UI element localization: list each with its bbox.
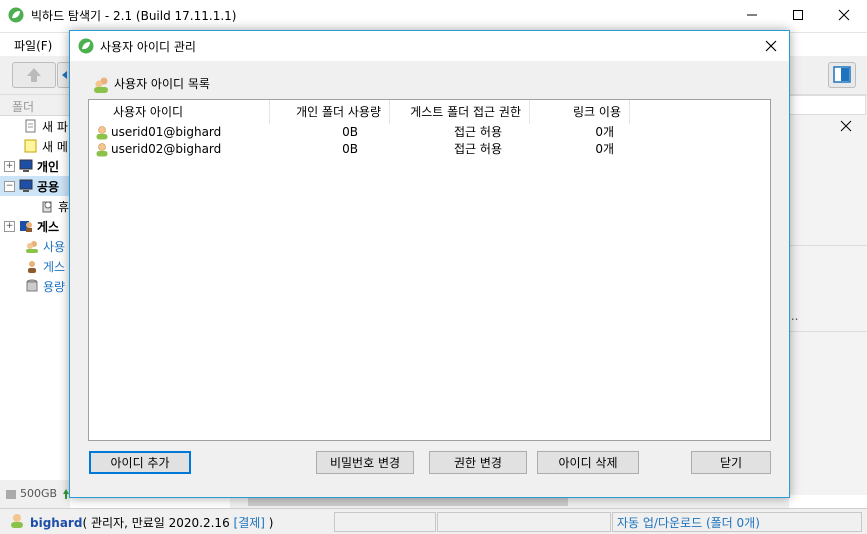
up-folder-button[interactable] [12,62,56,88]
change-password-button[interactable]: 비밀번호 변경 [316,451,414,474]
tree-item-users[interactable]: 사용 [24,236,65,256]
right-panel-header [789,95,866,115]
cell-links: 0개 [595,142,614,156]
folder-panel-header: 폴더 [0,95,70,116]
dialog-titlebar: 사용자 아이디 관리 [70,31,789,61]
close-icon [838,9,850,21]
table-row[interactable]: userid02@bighard 0B 접근 허용 0개 [89,141,770,158]
status-cell [334,512,436,532]
disk-icon [6,490,16,499]
user-icon [11,514,23,528]
tree-item-trash[interactable]: 휴 [40,196,69,216]
cell-usage: 0B [342,125,358,139]
storage-indicator: 500GB [0,480,70,508]
cell-user-id: userid01@bighard [111,125,222,139]
tree-item-label: 개인 [37,159,60,174]
divider [789,331,867,332]
storage-label: 500GB [20,487,58,500]
computer-icon [19,179,33,192]
memo-icon [24,139,37,153]
trash-icon [42,201,52,213]
account-info: bighard( 관리자, 만료일 2020.2.16 [결제] ) [30,514,273,531]
status-cell [437,512,611,532]
statusbar: bighard( 관리자, 만료일 2020.2.16 [결제] ) 자동 업/… [0,508,867,534]
panel-layout-icon [833,66,851,83]
change-permission-button[interactable]: 권한 변경 [429,451,527,474]
cell-links: 0개 [595,125,614,139]
up-arrow-icon [27,68,41,82]
tree-item-label: 새 메 [42,139,68,154]
tree-item-guest[interactable]: + 게스 [4,216,59,236]
computer-icon [19,159,33,172]
dialog-close-button[interactable] [756,33,786,59]
column-header-links[interactable]: 링크 이용 [530,100,630,124]
close-icon [765,40,777,52]
user-icon [96,143,108,157]
collapse-minus-icon[interactable]: − [4,180,15,192]
username: bighard [30,516,83,530]
maximize-icon [793,10,803,20]
dialog-title: 사용자 아이디 관리 [100,40,196,54]
close-dialog-button[interactable]: 닫기 [691,451,771,474]
leaf-logo-icon [78,38,94,54]
account-details-end: ) [264,516,274,530]
folder-header-label: 폴더 [12,100,35,114]
main-titlebar: 빅하드 탐색기 - 2.1 (Build 17.11.1.1) [0,0,867,30]
tree-item-label: 사용 [43,239,66,254]
user-id-list[interactable]: 사용자 아이디 개인 폴더 사용량 게스트 폴더 접근 권한 링크 이용 use… [88,99,771,441]
folder-tree: 새 파 새 메 + 개인 − 공용 휴 + 게스 사용 게스 용량 [0,116,71,480]
tree-item-label: 공용 [37,179,60,194]
add-id-button[interactable]: 아이디 추가 [89,451,191,474]
close-icon [840,120,852,132]
maximize-button[interactable] [775,0,821,30]
divider [789,245,867,246]
panel-toggle-button[interactable] [828,62,856,88]
sync-status-text[interactable]: 자동 업/다운로드 (폴더 0개) [617,514,760,531]
tree-item-new-file[interactable]: 새 파 [24,116,68,136]
app-title: 빅하드 탐색기 - 2.1 (Build 17.11.1.1) [31,9,237,23]
tree-item-shared[interactable]: − 공용 [0,176,70,196]
list-caption: 사용자 아이디 목록 [114,77,210,91]
menu-file[interactable]: 파일(F) [14,37,52,54]
minimize-button[interactable] [729,0,775,30]
tree-item-label: 새 파 [42,119,68,134]
tree-item-label: 휴 [58,199,70,214]
users-icon [94,77,108,93]
tree-item-guest-users[interactable]: 게스 [24,256,65,276]
minimize-icon [747,14,757,16]
user-id-management-dialog: 사용자 아이디 관리 사용자 아이디 목록 사용자 아이디 개인 폴더 사용량 … [69,30,790,498]
column-header-user-id[interactable]: 사용자 아이디 [89,100,270,124]
leaf-logo-icon [8,7,24,23]
tree-item-label: 게스 [43,259,66,274]
table-row[interactable]: userid01@bighard 0B 접근 허용 0개 [89,124,770,141]
users-icon [26,241,38,253]
cell-permission: 접근 허용 [454,125,502,139]
tree-item-storage[interactable]: 용량 [24,276,65,296]
new-file-icon [25,119,36,133]
expand-plus-icon[interactable]: + [4,220,15,232]
guest-icon [20,221,32,232]
right-panel: ... [787,95,867,495]
sync-status-cell: 자동 업/다운로드 (폴더 0개) [612,512,862,532]
payment-link[interactable]: [결제] [234,516,265,530]
account-details: ( 관리자, 만료일 2020.2.16 [82,516,234,530]
cell-usage: 0B [342,142,358,156]
scrollbar-thumb[interactable] [248,498,568,506]
user-icon [96,126,108,140]
guest-user-icon [28,261,36,273]
tree-item-new-memo[interactable]: 새 메 [24,136,68,156]
column-header-permission[interactable]: 게스트 폴더 접근 권한 [390,100,530,124]
tree-item-label: 용량 [43,279,66,294]
column-header-usage[interactable]: 개인 폴더 사용량 [270,100,390,124]
tree-item-personal[interactable]: + 개인 [4,156,59,176]
close-panel-button[interactable] [839,119,853,136]
delete-id-button[interactable]: 아이디 삭제 [537,451,639,474]
cell-permission: 접근 허용 [454,142,502,156]
close-window-button[interactable] [821,0,867,30]
storage-icon [26,279,38,292]
tree-item-label: 게스 [37,219,60,234]
cell-user-id: userid02@bighard [111,142,222,156]
expand-plus-icon[interactable]: + [4,160,15,172]
